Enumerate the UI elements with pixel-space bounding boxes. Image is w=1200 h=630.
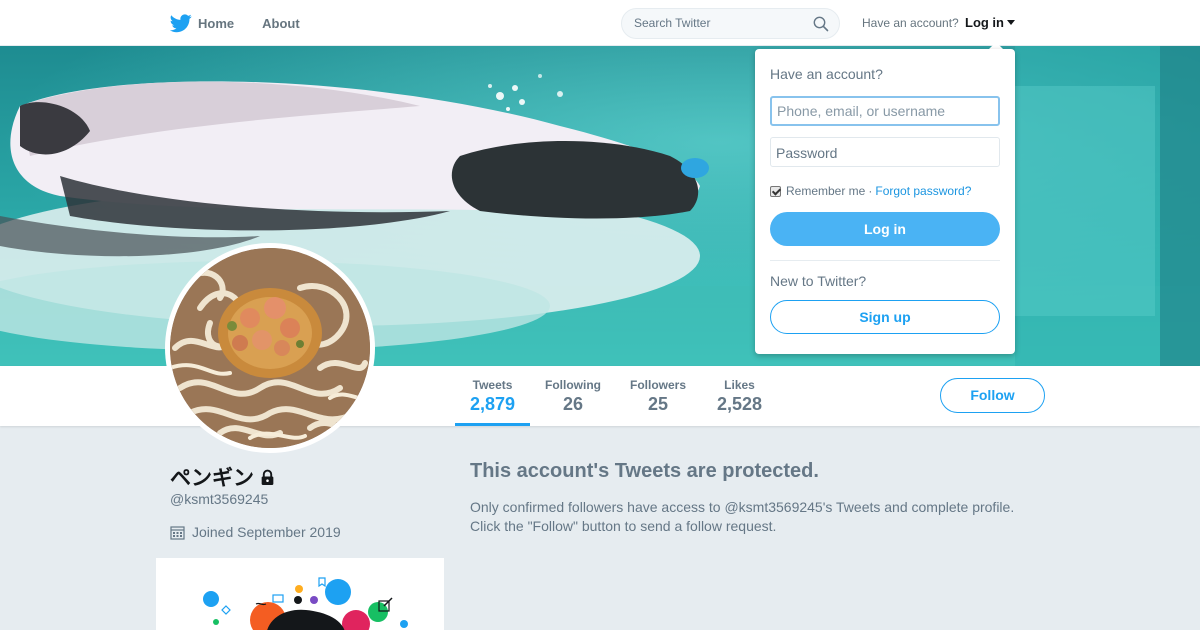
login-dropdown-toggle[interactable]: Log in: [965, 15, 1015, 30]
avatar[interactable]: [165, 243, 375, 453]
protected-description: Only confirmed followers have access to …: [470, 498, 1070, 536]
stat-label: Followers: [630, 378, 687, 392]
joined-date-text: Joined September 2019: [192, 524, 341, 540]
stat-label: Following: [545, 378, 601, 392]
search-input[interactable]: Search Twitter: [621, 8, 840, 39]
stat-label: Likes: [724, 378, 755, 392]
tweets-stat[interactable]: Tweets 2,879: [470, 378, 515, 415]
calendar-icon: [170, 525, 185, 540]
separator-dot: ·: [868, 184, 873, 198]
dropdown-title: Have an account?: [770, 66, 883, 82]
twitter-bird-icon[interactable]: [170, 12, 192, 34]
login-link-label: Log in: [965, 15, 1004, 30]
protected-line-2: Click the "Follow" button to send a foll…: [470, 518, 777, 534]
remember-me-checkbox[interactable]: [770, 185, 781, 197]
stat-value: 2,528: [717, 394, 763, 414]
signup-illustration: [203, 577, 408, 630]
home-link[interactable]: Home: [198, 16, 234, 31]
profile-name-text: ペンギン: [170, 467, 254, 490]
noodle-bowl-image: [170, 248, 370, 448]
nav-left: Home About: [170, 0, 328, 46]
avatar-image: [170, 248, 370, 448]
following-stat[interactable]: Following 26: [545, 378, 601, 415]
username-field[interactable]: [770, 96, 1000, 126]
profile-name: ペンギン: [170, 462, 276, 492]
signup-button[interactable]: Sign up: [770, 300, 1000, 334]
stat-value: 2,879: [470, 394, 516, 414]
top-navigation-bar: Home About Search Twitter Have an accoun…: [0, 0, 1200, 46]
illustration-card: [156, 558, 444, 630]
forgot-password-link[interactable]: Forgot password?: [875, 184, 971, 198]
remember-me-label[interactable]: Remember me: [786, 184, 865, 198]
new-to-twitter-text: New to Twitter?: [770, 273, 867, 289]
followers-stat[interactable]: Followers 25: [630, 378, 686, 415]
about-link[interactable]: About: [262, 16, 300, 31]
protected-title: This account's Tweets are protected.: [470, 460, 819, 482]
stat-label: Tweets: [472, 378, 513, 392]
search-icon[interactable]: [813, 16, 829, 32]
protected-line-1: Only confirmed followers have access to …: [470, 499, 1015, 515]
follow-button[interactable]: Follow: [940, 378, 1045, 413]
likes-stat[interactable]: Likes 2,528: [717, 378, 762, 415]
caret-down-icon: [1007, 20, 1015, 25]
stat-value: 26: [562, 394, 584, 414]
profile-handle[interactable]: @ksmt3569245: [170, 491, 268, 507]
active-tab-underline: [455, 423, 530, 426]
search-placeholder: Search Twitter: [634, 16, 711, 30]
joined-date: Joined September 2019: [170, 524, 341, 540]
have-account-text: Have an account?: [862, 16, 959, 30]
remember-row: Remember me · Forgot password?: [770, 184, 971, 198]
login-dropdown: Have an account? Password Remember me · …: [755, 49, 1015, 354]
lock-icon: [261, 469, 274, 485]
stat-value: 25: [647, 394, 669, 414]
password-field[interactable]: [770, 137, 1000, 167]
login-button[interactable]: Log in: [770, 212, 1000, 246]
divider: [770, 260, 1000, 261]
